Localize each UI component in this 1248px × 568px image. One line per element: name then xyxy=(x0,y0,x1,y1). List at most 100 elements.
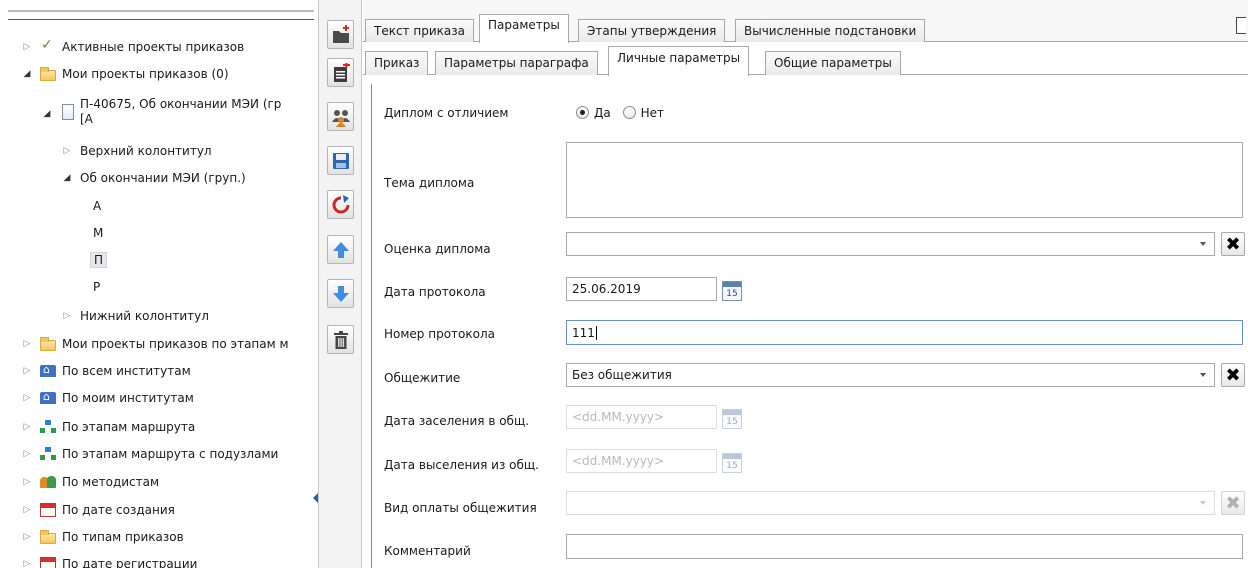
expand-arrow-icon[interactable]: ▷ xyxy=(20,366,34,376)
tree-node-label: По моим институтам xyxy=(62,391,194,405)
protocol-number-input[interactable]: 111 xyxy=(566,320,1243,345)
tab-computed-substitutions[interactable]: Вычисленные подстановки xyxy=(735,19,926,42)
calendar-icon xyxy=(40,503,56,517)
clear-dorm-payment-button[interactable]: ✖ xyxy=(1221,491,1245,515)
delete-button[interactable] xyxy=(327,325,354,354)
radio-no[interactable]: Нет xyxy=(622,106,664,120)
parameters-panel: Приказ Параметры параграфа Личные параме… xyxy=(363,42,1248,568)
tree-node-my-projects[interactable]: ◢ Мои проекты приказов (0) xyxy=(20,63,229,85)
radio-yes[interactable]: Да xyxy=(576,106,611,120)
diploma-grade-select[interactable] xyxy=(566,232,1215,256)
tree-node-label: Р xyxy=(93,280,101,294)
tree-node-label: А xyxy=(93,199,102,213)
dorm-payment-select[interactable] xyxy=(566,491,1215,515)
tree-node-methodists[interactable]: ▷ По методистам xyxy=(20,471,160,493)
arrow-down-icon xyxy=(332,285,349,302)
tab-personal-params[interactable]: Личные параметры xyxy=(608,46,750,76)
expand-arrow-icon[interactable]: ▷ xyxy=(20,339,34,349)
calendar-picker-icon[interactable]: 15 xyxy=(722,281,742,301)
move-up-button[interactable] xyxy=(327,235,354,264)
tree-node-my-institutes[interactable]: ▷ По моим институтам xyxy=(20,387,194,409)
chevron-down-icon xyxy=(1200,373,1206,377)
tree-node-order-types[interactable]: ▷ По типам приказов xyxy=(20,526,184,548)
tree-leaf-r[interactable]: Р xyxy=(93,276,100,298)
new-folder-button[interactable] xyxy=(327,20,354,49)
protocol-date-input[interactable]: 25.06.2019 xyxy=(566,277,717,301)
tree-node-registration-date[interactable]: ▷ По дате регистрации xyxy=(20,553,197,568)
tree-leaf-a[interactable]: А xyxy=(93,195,101,217)
people-icon xyxy=(40,475,56,489)
expand-arrow-icon[interactable]: ▷ xyxy=(20,42,34,52)
tree-node-footer[interactable]: ▷ Нижний колонтитул xyxy=(60,305,209,327)
clear-grade-button[interactable]: ✖ xyxy=(1221,232,1245,256)
tree-divider xyxy=(8,19,314,20)
tree-node-label: Об окончании МЭИ (груп.) xyxy=(80,171,246,185)
tree-node-all-institutes[interactable]: ▷ По всем институтам xyxy=(20,360,191,382)
panel-corner-button[interactable] xyxy=(1236,17,1246,34)
expand-arrow-icon[interactable]: ▷ xyxy=(20,532,34,542)
expand-arrow-icon[interactable]: ▷ xyxy=(20,393,34,403)
tab-order-text[interactable]: Текст приказа xyxy=(365,19,474,42)
expand-arrow-icon[interactable]: ▷ xyxy=(60,146,74,156)
collapse-arrow-icon[interactable]: ◢ xyxy=(20,69,34,79)
tab-approval-stages[interactable]: Этапы утверждения xyxy=(578,19,726,42)
comment-input[interactable] xyxy=(566,534,1243,559)
radio-yes-label: Да xyxy=(594,106,611,120)
tree-node-header[interactable]: ▷ Верхний колонтитул xyxy=(60,140,212,162)
tree-node-graduation-group[interactable]: ◢ Об окончании МЭИ (груп.) xyxy=(60,167,246,189)
refresh-button[interactable] xyxy=(327,190,354,219)
dorm-checkout-label: Дата выселения из общ. xyxy=(384,458,539,472)
tree-node-label: По дате регистрации xyxy=(62,557,198,568)
collapse-arrow-icon[interactable]: ◢ xyxy=(40,109,54,119)
clear-dormitory-button[interactable]: ✖ xyxy=(1221,363,1245,387)
close-icon: ✖ xyxy=(1225,364,1241,386)
calendar-picker-icon[interactable]: 15 xyxy=(722,409,742,429)
tree-leaf-m[interactable]: М xyxy=(93,222,103,244)
vertical-toolbar xyxy=(318,0,362,568)
tree-node-order-p40675[interactable]: ◢ П-40675, Об окончании МЭИ (гр [А xyxy=(40,96,282,134)
tab-general-params[interactable]: Общие параметры xyxy=(765,51,901,75)
move-down-button[interactable] xyxy=(327,279,354,308)
users-button[interactable] xyxy=(327,102,354,131)
tree-node-route-stages-subnodes[interactable]: ▷ По этапам маршрута с подузлами xyxy=(20,443,278,465)
tab-paragraph-params[interactable]: Параметры параграфа xyxy=(435,51,598,75)
add-document-button[interactable] xyxy=(327,58,354,87)
check-icon xyxy=(40,37,56,54)
add-document-icon xyxy=(333,62,350,82)
dorm-checkin-label: Дата заселения в общ. xyxy=(384,414,530,428)
tree-node-label: М xyxy=(93,226,104,240)
expand-arrow-icon[interactable]: ▷ xyxy=(20,422,34,432)
tree-node-active-projects[interactable]: ▷ Активные проекты приказов xyxy=(20,36,245,58)
tree-node-label: По дате создания xyxy=(62,503,175,517)
collapse-arrow-icon[interactable]: ◢ xyxy=(60,173,74,183)
arrow-up-icon xyxy=(332,241,349,258)
diploma-topic-textarea[interactable] xyxy=(566,142,1243,218)
main-tabs: Текст приказа Параметры Этапы утверждени… xyxy=(363,12,1248,43)
expand-arrow-icon[interactable]: ▷ xyxy=(60,311,74,321)
tree-leaf-p[interactable]: П xyxy=(90,249,108,271)
expand-arrow-icon[interactable]: ▷ xyxy=(20,477,34,487)
expand-arrow-icon[interactable]: ▷ xyxy=(20,559,34,568)
tree-node-label-line2: [А xyxy=(80,112,93,126)
dorm-checkin-input[interactable]: <dd.MM.yyyy> xyxy=(566,405,717,429)
folder-icon xyxy=(40,66,56,81)
refresh-icon xyxy=(332,194,349,213)
close-icon: ✖ xyxy=(1225,233,1241,255)
save-button[interactable] xyxy=(327,146,354,175)
tree-node-label: Мои проекты приказов по этапам м xyxy=(62,337,289,351)
tree-node-route-stages[interactable]: ▷ По этапам маршрута xyxy=(20,416,195,438)
expand-arrow-icon[interactable]: ▷ xyxy=(20,505,34,515)
chevron-down-icon xyxy=(1200,242,1206,246)
dormitory-label: Общежитие xyxy=(384,371,461,385)
dormitory-select[interactable]: Без общежития xyxy=(566,363,1215,387)
expand-arrow-icon[interactable]: ▷ xyxy=(20,449,34,459)
tree-node-creation-date[interactable]: ▷ По дате создания xyxy=(20,499,175,521)
tree-node-my-projects-by-stage[interactable]: ▷ Мои проекты приказов по этапам м xyxy=(20,333,289,355)
tab-order[interactable]: Приказ xyxy=(365,51,429,75)
diploma-grade-label: Оценка диплома xyxy=(384,242,491,256)
dorm-checkout-input[interactable]: <dd.MM.yyyy> xyxy=(566,449,717,473)
diploma-topic-label: Тема диплома xyxy=(384,176,475,190)
tree-node-label: Мои проекты приказов (0) xyxy=(62,67,229,81)
tab-parameters[interactable]: Параметры xyxy=(479,14,569,43)
calendar-picker-icon[interactable]: 15 xyxy=(722,453,742,473)
